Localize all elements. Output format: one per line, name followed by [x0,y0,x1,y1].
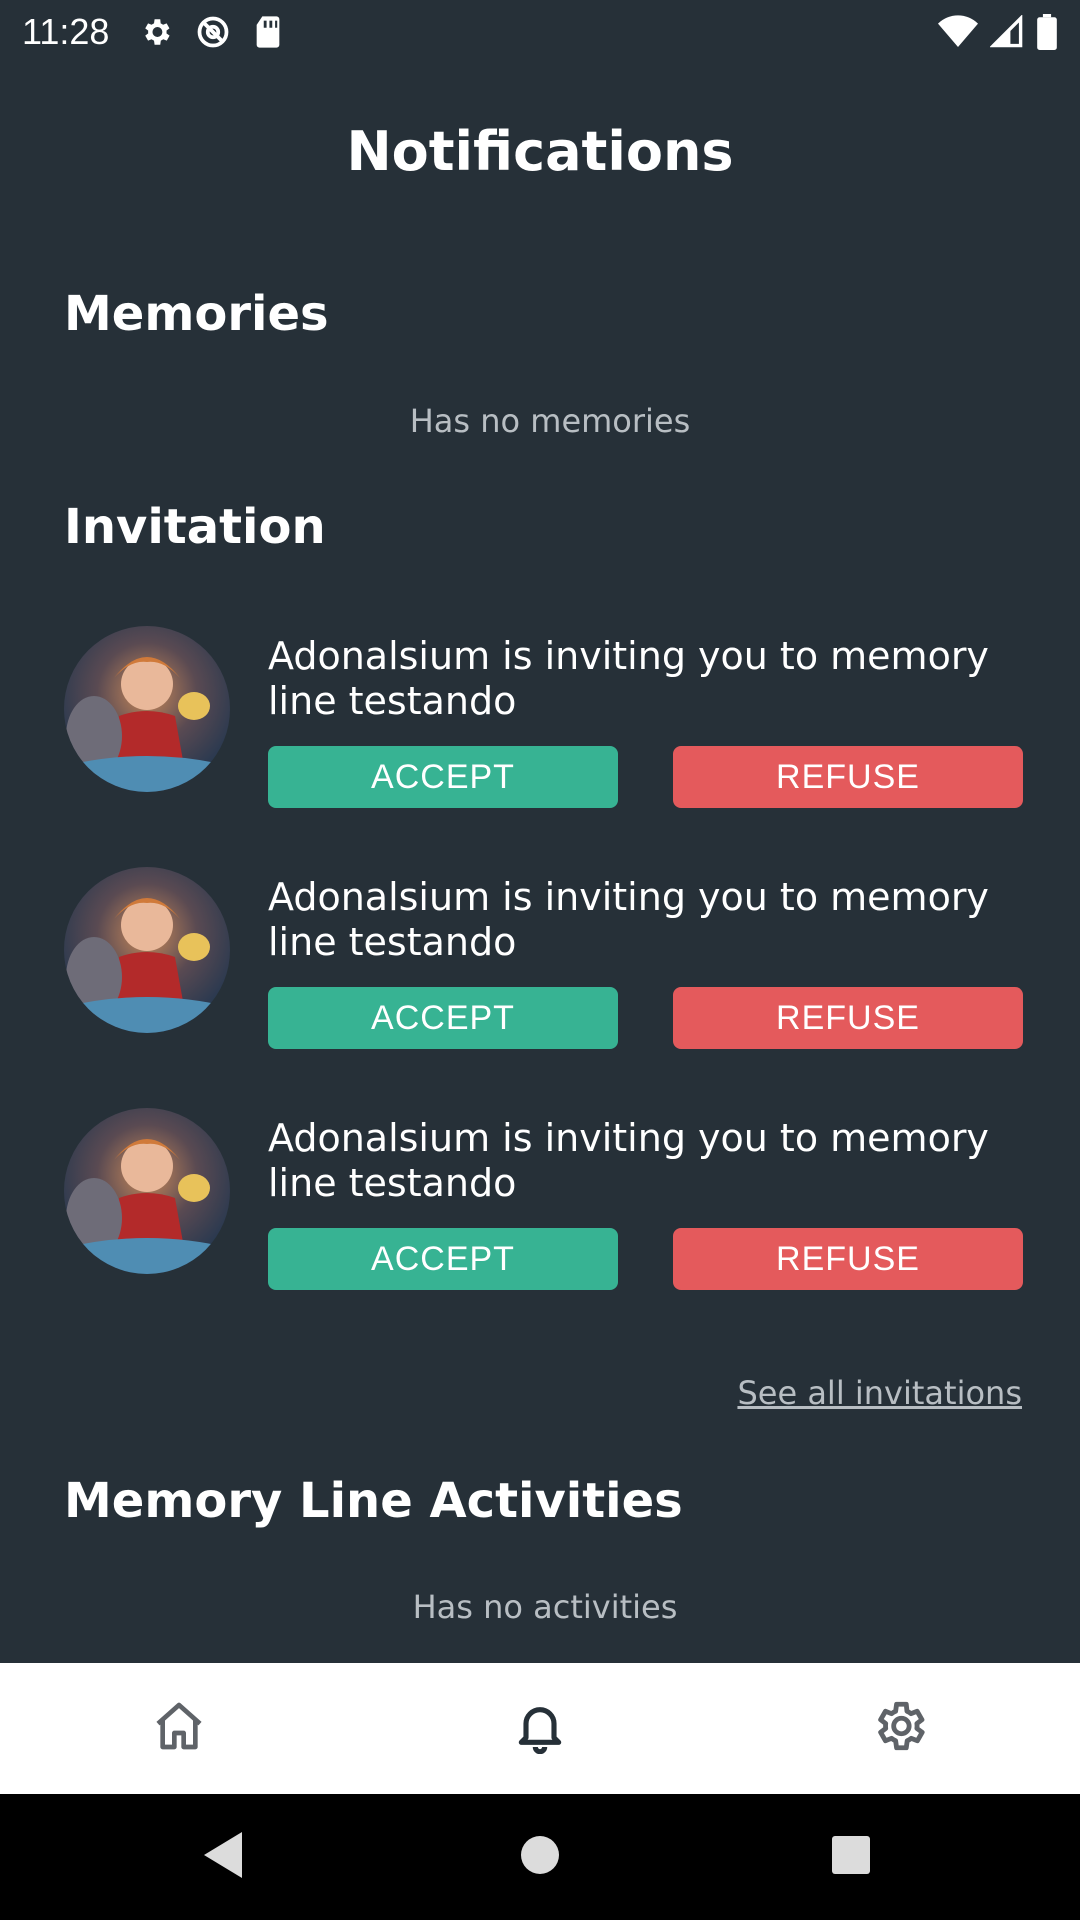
sd-card-icon [253,15,283,49]
invitation-item: Adonalsium is inviting you to memory lin… [64,867,1023,1049]
avatar [64,867,230,1033]
home-circle-icon [519,1830,561,1884]
wifi-icon [938,14,978,49]
activities-section-title: Memory Line Activities [64,1473,683,1529]
home-system-button[interactable] [519,1830,561,1884]
invitation-item: Adonalsium is inviting you to memory lin… [64,626,1023,808]
recents-icon [830,1830,872,1884]
status-time: 11:28 [22,10,110,52]
refuse-button[interactable]: REFUSE [673,987,1023,1049]
gear-icon [139,15,173,49]
activities-empty-text: Has no activities [412,1588,678,1626]
battery-icon [1036,13,1058,50]
status-bar: 11:28 [0,0,1080,63]
accept-button[interactable]: ACCEPT [268,987,618,1049]
avatar [64,626,230,792]
page-title: Notifications [346,120,734,183]
avatar [64,1108,230,1274]
bell-icon [512,1698,568,1758]
bottom-nav [0,1663,1080,1794]
recents-button[interactable] [830,1830,872,1884]
nav-settings[interactable] [867,1696,931,1760]
invitation-text: Adonalsium is inviting you to memory lin… [268,634,989,723]
at-sign-icon [195,14,231,50]
nav-home[interactable] [147,1696,211,1760]
see-all-invitations-link[interactable]: See all invitations [737,1374,1022,1412]
accept-button[interactable]: ACCEPT [268,746,618,808]
settings-icon [870,1697,928,1759]
home-icon [151,1698,207,1758]
refuse-button[interactable]: REFUSE [673,746,1023,808]
cell-signal-icon [990,14,1024,49]
invitation-text: Adonalsium is inviting you to memory lin… [268,875,989,964]
invitation-section-title: Invitation [64,499,326,555]
invitation-text: Adonalsium is inviting you to memory lin… [268,1116,989,1205]
accept-button[interactable]: ACCEPT [268,1228,618,1290]
back-button[interactable] [202,1830,244,1884]
invitation-item: Adonalsium is inviting you to memory lin… [64,1108,1023,1290]
back-icon [202,1830,244,1884]
nav-notifications[interactable] [508,1696,572,1760]
system-nav-bar [0,1794,1080,1920]
refuse-button[interactable]: REFUSE [673,1228,1023,1290]
memories-empty-text: Has no memories [409,402,691,440]
memories-section-title: Memories [64,286,329,342]
